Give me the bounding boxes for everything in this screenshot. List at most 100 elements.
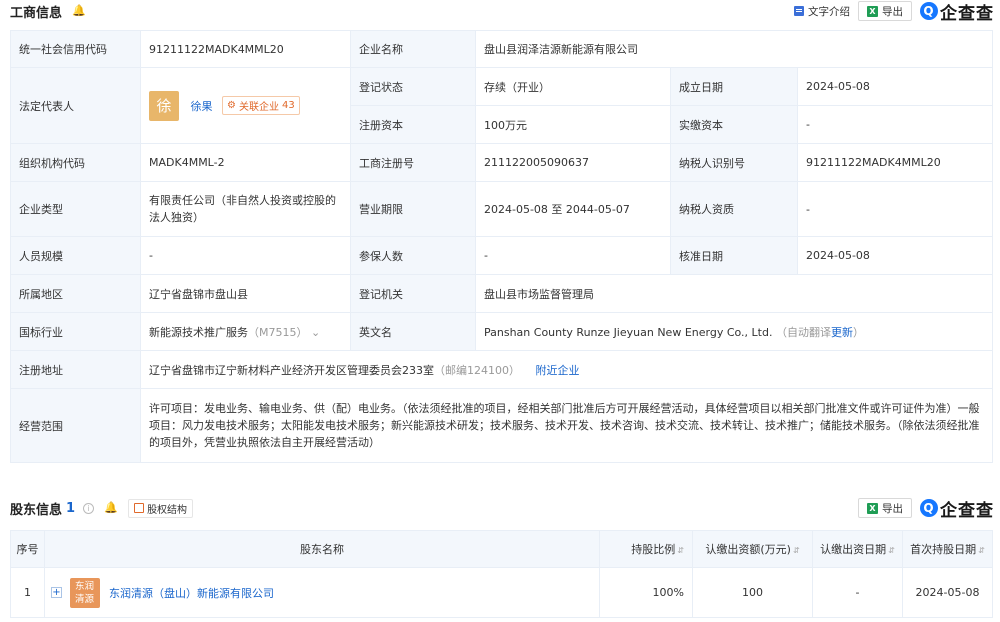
export-button[interactable]: X 导出 [858, 1, 912, 21]
taxpayer-id-value: 91211122MADK4MML20 [797, 143, 993, 182]
sort-icon[interactable]: ⇵ [888, 546, 895, 555]
export-label: 导出 [882, 5, 903, 18]
table-row: 经营范围 许可项目：发电业务、输电业务、供（配）电业务。（依法须经批准的项目，经… [10, 388, 993, 463]
table-row: 1 + 东润 清源 东润清源（盘山）新能源有限公司 100% 100 - 2024… [10, 567, 993, 618]
address-label: 注册地址 [10, 350, 141, 389]
business-info-header: 工商信息 🔔 文字介绍 X 导出 Q 企查查 [0, 0, 1000, 24]
related-count: 43 [281, 100, 295, 111]
paid-capital-label: 实缴资本 [670, 105, 798, 144]
col-subscribed-label: 认缴出资额(万元) [705, 543, 791, 556]
table-row: 国标行业 新能源技术推广服务（M7515） ⌄ 英文名 Panshan Coun… [10, 312, 993, 351]
text-intro-button[interactable]: 文字介绍 [794, 4, 850, 19]
taxpayer-qual-value: - [797, 181, 993, 237]
update-link[interactable]: 更新 [831, 326, 853, 339]
biz-reg-no-label: 工商注册号 [350, 143, 476, 182]
reg-capital-label: 注册资本 [350, 105, 476, 144]
logo-line-1: 东润 [74, 580, 94, 592]
insured-value: - [475, 236, 671, 275]
shareholder-cell: + 东润 清源 东润清源（盘山）新能源有限公司 [44, 567, 600, 618]
reg-capital-value: 100万元 [475, 105, 671, 144]
industry-value: 新能源技术推广服务 [149, 325, 248, 339]
logo-mark-icon: Q [920, 2, 938, 20]
col-sub-date[interactable]: 认缴出资日期 ⇵ [812, 530, 903, 568]
col-first-date[interactable]: 首次持股日期 ⇵ [902, 530, 993, 568]
reg-authority-label: 登记机关 [350, 274, 476, 313]
reg-status-value: 存续（开业） [475, 67, 671, 106]
logo-text: 企查查 [940, 3, 994, 24]
biz-reg-no-value: 211122005090637 [475, 143, 671, 182]
col-ratio[interactable]: 持股比例 ⇵ [599, 530, 693, 568]
business-info-toolbar: 文字介绍 X 导出 Q 企查查 [794, 0, 994, 24]
col-subscribed[interactable]: 认缴出资额(万元) ⇵ [692, 530, 813, 568]
industry-label: 国标行业 [10, 312, 141, 351]
credit-code-value: 91211122MADK4MML20 [140, 30, 351, 68]
col-name: 股东名称 [44, 530, 600, 568]
english-name-label: 英文名 [350, 312, 476, 351]
legal-rep-avatar[interactable]: 徐 [149, 90, 179, 121]
ratio-value: 100% [599, 567, 693, 618]
approve-date-value: 2024-05-08 [797, 236, 993, 275]
chevron-down-icon[interactable]: ⌄ [311, 326, 320, 339]
shareholder-logo: 东润 清源 [69, 577, 100, 608]
related-companies-badge[interactable]: ⚙ 关联企业 43 [222, 96, 300, 115]
text-intro-label: 文字介绍 [808, 5, 850, 18]
logo-mark-icon: Q [920, 499, 938, 517]
logo-text: 企查查 [940, 500, 994, 521]
legal-rep-label: 法定代表人 [10, 67, 141, 144]
industry-cell[interactable]: 新能源技术推广服务（M7515） ⌄ [140, 312, 351, 351]
qichacha-logo: Q 企查查 [920, 0, 994, 24]
sub-date-value: - [812, 567, 903, 618]
col-first-date-label: 首次持股日期 [910, 543, 977, 556]
taxpayer-qual-label: 纳税人资质 [670, 181, 798, 237]
bell-icon[interactable]: 🔔 [72, 5, 86, 17]
legal-rep-name-link[interactable]: 徐果 [191, 100, 213, 113]
col-index: 序号 [10, 530, 45, 568]
excel-icon: X [867, 5, 878, 17]
org-code-label: 组织机构代码 [10, 143, 141, 182]
equity-structure-label: 股权结构 [147, 504, 188, 516]
table-row: 所属地区 辽宁省盘锦市盘山县 登记机关 盘山县市场监督管理局 [10, 274, 993, 313]
staff-size-value: - [140, 236, 351, 275]
bell-icon[interactable]: 🔔 [104, 502, 118, 514]
sort-icon[interactable]: ⇵ [793, 546, 800, 555]
company-type-value: 有限责任公司（非自然人投资或控股的法人独资） [140, 181, 351, 237]
shareholders-count: 1 [66, 500, 76, 516]
postcode: （邮编124100） [434, 363, 520, 377]
expand-plus-icon[interactable]: + [51, 587, 62, 598]
shareholders-export-button[interactable]: X 导出 [858, 498, 912, 518]
shareholder-name-link[interactable]: 东润清源（盘山）新能源有限公司 [109, 587, 274, 600]
related-label: 关联企业 [238, 102, 279, 113]
table-row: 组织机构代码 MADK4MML-2 工商注册号 211122005090637 … [10, 143, 993, 182]
info-icon[interactable]: i [83, 502, 95, 514]
sort-icon[interactable]: ⇵ [677, 546, 684, 555]
equity-structure-button[interactable]: 股权结构 [128, 498, 194, 518]
auto-translate-note: （自动翻译 [775, 325, 831, 339]
export-label: 导出 [882, 502, 903, 515]
company-name-value: 盘山县润泽洁源新能源有限公司 [475, 30, 993, 68]
business-info-title: 工商信息 [10, 5, 63, 21]
shareholders-header: 股东信息 1 i 🔔 股权结构 X 导出 Q 企查查 [0, 497, 1000, 521]
shareholders-table: 序号 股东名称 持股比例 ⇵ 认缴出资额(万元) ⇵ 认缴出资日期 ⇵ 首次持股日期 ⇵… [10, 530, 993, 618]
excel-icon: X [867, 502, 878, 514]
table-row: 企业类型 有限责任公司（非自然人投资或控股的法人独资） 营业期限 2024-05… [10, 181, 993, 237]
insured-label: 参保人数 [350, 236, 476, 275]
shareholders-title: 股东信息 [10, 502, 63, 518]
found-date-label: 成立日期 [670, 67, 798, 106]
scope-value: 许可项目：发电业务、输电业务、供（配）电业务。（依法须经批准的项目，经相关部门批… [140, 388, 993, 463]
first-date-value: 2024-05-08 [902, 567, 993, 618]
english-name-cell: Panshan County Runze Jieyuan New Energy … [475, 312, 993, 351]
biz-term-label: 营业期限 [350, 181, 476, 237]
related-companies-icon: ⚙ [227, 100, 236, 111]
subscribed-value: 100 [692, 567, 813, 618]
row-index: 1 [10, 567, 45, 618]
english-name-value: Panshan County Runze Jieyuan New Energy … [484, 325, 773, 339]
equity-structure-icon [134, 503, 145, 513]
document-icon [794, 6, 804, 16]
auto-translate-end: ） [852, 325, 864, 339]
sort-icon[interactable]: ⇵ [978, 546, 985, 555]
nearby-companies-link[interactable]: 附近企业 [536, 364, 580, 377]
business-info-table: 统一社会信用代码 91211122MADK4MML20 企业名称 盘山县润泽洁源… [10, 30, 993, 463]
address-cell: 辽宁省盘锦市辽宁新材料产业经济开发区管理委员会233室（邮编124100） 附近… [140, 350, 993, 389]
region-value: 辽宁省盘锦市盘山县 [140, 274, 351, 313]
scope-label: 经营范围 [10, 388, 141, 463]
